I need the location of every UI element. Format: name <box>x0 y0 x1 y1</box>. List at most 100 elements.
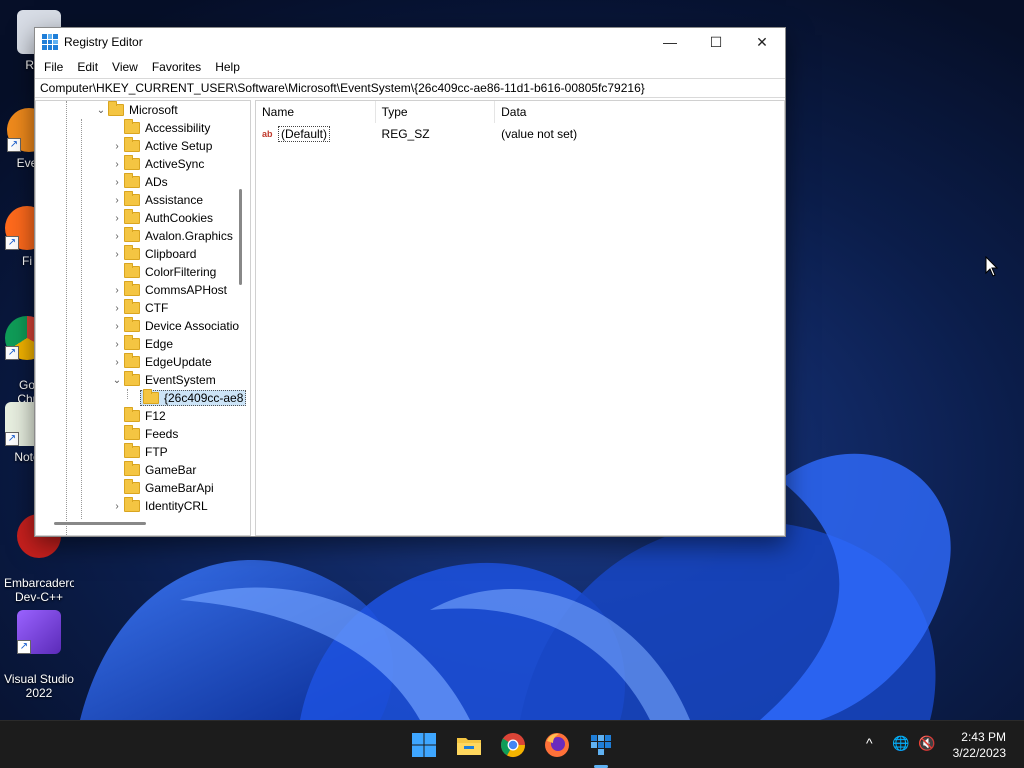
tree-item[interactable]: › ActiveSync <box>110 155 204 173</box>
registry-tree[interactable]: ⌄ Microsoft Accessibility › Active Setup › Act… <box>35 100 251 536</box>
expand-chevron-icon[interactable]: › <box>110 353 124 371</box>
shortcut-arrow-icon: ↗ <box>5 432 19 446</box>
file-explorer-icon[interactable] <box>455 731 483 759</box>
collapse-chevron-icon[interactable]: ⌄ <box>110 371 124 389</box>
value-row[interactable]: ab (Default) REG_SZ (value not set) <box>256 123 784 145</box>
expand-chevron-icon[interactable]: › <box>110 137 124 155</box>
expand-chevron-icon[interactable]: › <box>110 317 124 335</box>
tree-item[interactable]: Accessibility <box>110 119 210 137</box>
tree-item-content: Device Associatio <box>124 317 239 333</box>
values-list[interactable]: Name Type Data ab (Default) REG_SZ (valu… <box>255 100 785 536</box>
expand-chevron-icon[interactable]: › <box>110 191 124 209</box>
expand-chevron-icon[interactable]: › <box>110 497 124 515</box>
tree-item[interactable]: › EdgeUpdate <box>110 353 212 371</box>
tree-item-content: IdentityCRL <box>124 497 208 513</box>
tree-item[interactable]: F12 <box>110 407 166 425</box>
tree-horizontal-scrollbar[interactable] <box>54 522 146 525</box>
column-header-name[interactable]: Name <box>256 101 376 123</box>
folder-icon <box>124 173 140 188</box>
column-header-data[interactable]: Data <box>495 101 784 123</box>
tree-item[interactable]: › ADs <box>110 173 168 191</box>
menu-help[interactable]: Help <box>208 56 247 78</box>
menu-view[interactable]: View <box>105 56 145 78</box>
tree-item-content: EdgeUpdate <box>124 353 212 369</box>
desktop-icon-visual-studio[interactable]: ↗ Visual Studio 2022 <box>4 596 74 714</box>
folder-icon <box>124 119 140 134</box>
tree-item[interactable]: › CommsAPHost <box>110 281 227 299</box>
tree-item[interactable]: › Assistance <box>110 191 203 209</box>
tree-item[interactable]: ⌄ Microsoft <box>94 101 178 119</box>
list-header: Name Type Data <box>256 101 784 123</box>
expand-chevron-icon[interactable]: › <box>110 227 124 245</box>
network-icon[interactable]: 🌐 <box>892 735 909 752</box>
tree-item-label: GameBarApi <box>145 481 214 495</box>
tree-item[interactable]: › Avalon.Graphics <box>110 227 233 245</box>
expand-chevron-icon[interactable]: › <box>110 209 124 227</box>
tree-item[interactable]: › Clipboard <box>110 245 196 263</box>
menu-edit[interactable]: Edit <box>70 56 105 78</box>
title-bar[interactable]: Registry Editor — ☐ ✕ <box>35 28 785 56</box>
shortcut-arrow-icon: ↗ <box>7 138 21 152</box>
tree-item[interactable]: ⌄ EventSystem <box>110 371 216 389</box>
folder-icon <box>124 407 140 422</box>
minimize-button[interactable]: — <box>647 28 693 56</box>
folder-icon <box>108 101 124 116</box>
menu-file[interactable]: File <box>37 56 70 78</box>
tree-item[interactable]: › Active Setup <box>110 137 212 155</box>
tree-item-label: Microsoft <box>129 103 178 117</box>
tree-item[interactable]: › CTF <box>110 299 168 317</box>
tree-item-label: Feeds <box>145 427 179 441</box>
system-clock[interactable]: 2:43 PM 3/22/2023 <box>953 729 1006 761</box>
expand-chevron-icon <box>110 443 124 461</box>
tree-item-label: F12 <box>145 409 166 423</box>
chrome-icon[interactable] <box>499 731 527 759</box>
clock-date: 3/22/2023 <box>952 746 1006 760</box>
tree-item-content: F12 <box>124 407 166 423</box>
folder-icon <box>143 389 159 404</box>
tree-item[interactable]: › Edge <box>110 335 173 353</box>
tree-item-label: GameBar <box>145 463 197 477</box>
expand-chevron-icon <box>126 389 140 407</box>
volume-muted-icon[interactable]: 🔇 <box>918 735 935 752</box>
folder-icon <box>124 137 140 152</box>
collapse-chevron-icon[interactable]: ⌄ <box>94 101 108 119</box>
tree-item[interactable]: › IdentityCRL <box>110 497 208 515</box>
address-bar[interactable]: Computer\HKEY_CURRENT_USER\Software\Micr… <box>35 78 785 98</box>
expand-chevron-icon[interactable]: › <box>110 335 124 353</box>
tree-item[interactable]: ColorFiltering <box>110 263 216 281</box>
tree-item-label: ADs <box>145 175 168 189</box>
tree-item[interactable]: Feeds <box>110 425 178 443</box>
tree-vertical-scrollbar[interactable] <box>239 189 242 285</box>
expand-chevron-icon[interactable]: › <box>110 281 124 299</box>
tree-item[interactable]: GameBar <box>110 461 196 479</box>
expand-chevron-icon[interactable]: › <box>110 245 124 263</box>
tree-item[interactable]: GameBarApi <box>110 479 214 497</box>
tree-item-content: ADs <box>124 173 168 189</box>
tree-item[interactable]: › AuthCookies <box>110 209 213 227</box>
menu-favorites[interactable]: Favorites <box>145 56 208 78</box>
tree-item[interactable]: FTP <box>110 443 168 461</box>
tree-item-label: IdentityCRL <box>145 499 208 513</box>
maximize-button[interactable]: ☐ <box>693 28 739 56</box>
menu-bar: File Edit View Favorites Help <box>35 56 785 78</box>
regedit-icon[interactable] <box>587 731 615 759</box>
tree-item-content: Active Setup <box>124 137 212 153</box>
column-header-type[interactable]: Type <box>376 101 496 123</box>
tree-item[interactable]: › Device Associatio <box>110 317 239 335</box>
tree-item-label: CommsAPHost <box>145 283 228 297</box>
tree-item-content: CommsAPHost <box>124 281 228 297</box>
expand-chevron-icon[interactable]: › <box>110 173 124 191</box>
expand-chevron-icon[interactable]: › <box>110 299 124 317</box>
show-hidden-icons-chevron-icon[interactable]: ^ <box>866 735 873 751</box>
folder-icon <box>124 227 140 242</box>
tree-item-label: {26c409cc-ae8 <box>164 391 244 405</box>
expand-chevron-icon[interactable]: › <box>110 155 124 173</box>
tree-item-label: ColorFiltering <box>145 265 217 279</box>
tree-item[interactable]: {26c409cc-ae8 <box>126 389 247 407</box>
expand-chevron-icon <box>110 461 124 479</box>
tree-item-content: Feeds <box>124 425 179 441</box>
tree-guide-line <box>81 119 82 519</box>
firefox-icon[interactable] <box>543 731 571 759</box>
close-button[interactable]: ✕ <box>739 28 785 56</box>
windows-start-icon[interactable] <box>410 731 438 759</box>
